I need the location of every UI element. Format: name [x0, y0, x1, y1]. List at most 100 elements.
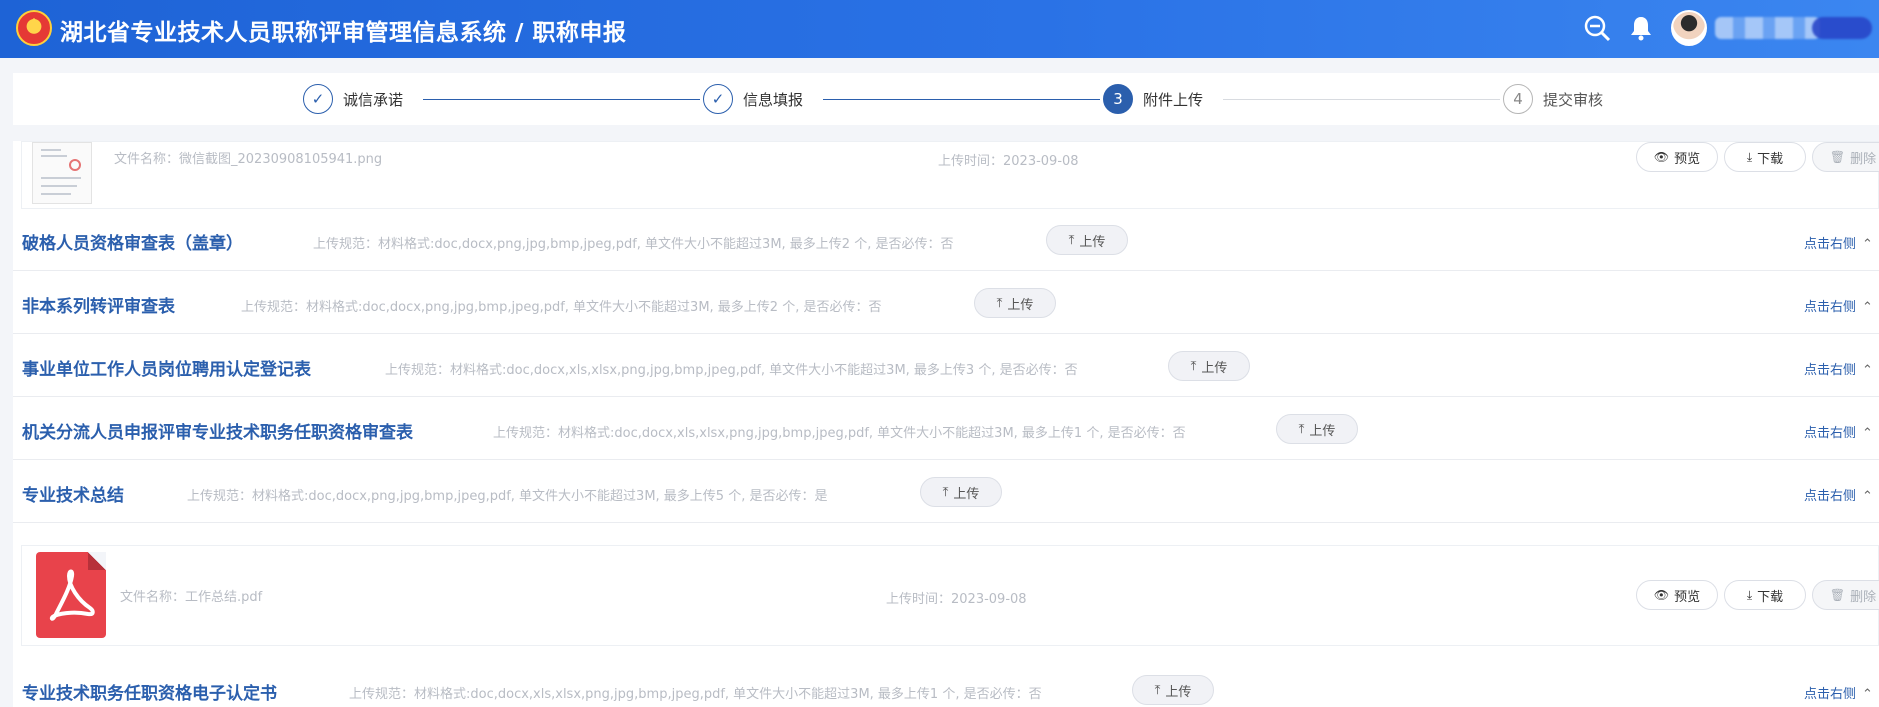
section-toggle[interactable]: 点击右侧 ⌃: [1804, 485, 1873, 504]
step-label: 提交审核: [1543, 90, 1604, 109]
upload-icon: ⤒: [1068, 232, 1075, 248]
upload-button[interactable]: ⤒ 上传: [974, 288, 1056, 318]
section-title: 专业技术职务任职资格电子认定书: [22, 684, 277, 704]
user-menu-blurred[interactable]: [1812, 17, 1872, 39]
step-label: 信息填报: [743, 90, 804, 109]
upload-icon: ⤒: [1154, 682, 1161, 698]
progress-steps: ✓ 诚信承诺 ✓ 信息填报 3 附件上传 4 提交审核: [13, 73, 1879, 125]
uploaded-file-card: 文件名称：微信截图_20230908105941.png 上传时间：2023-0…: [21, 141, 1879, 209]
upload-icon: ⤒: [1190, 358, 1197, 374]
step-label: 诚信承诺: [343, 90, 404, 109]
chevron-up-icon: ⌃: [1862, 237, 1873, 252]
step-connector: [423, 99, 700, 100]
uploaded-file-card: 文件名称：工作总结.pdf 上传时间：2023-09-08 👁 预览 ⤓ 下载 🗑 删…: [21, 545, 1879, 646]
upload-time: 上传时间：2023-09-08: [938, 154, 1079, 169]
upload-icon: ⤒: [942, 484, 949, 500]
toggle-label: 点击右侧: [1804, 489, 1857, 504]
user-name-blurred[interactable]: [1715, 17, 1820, 39]
upload-rule: 上传规范：材料格式:doc,docx,xls,xlsx,png,jpg,bmp,…: [385, 363, 1078, 378]
pdf-file-icon[interactable]: [36, 552, 106, 638]
toggle-label: 点击右侧: [1804, 426, 1857, 441]
step-number: 3: [1103, 84, 1133, 114]
chevron-up-icon: ⌃: [1862, 363, 1873, 378]
step-check-icon: ✓: [303, 84, 333, 114]
file-name: 文件名称：微信截图_20230908105941.png: [114, 152, 383, 167]
step-info-fill: ✓ 信息填报: [703, 83, 803, 115]
upload-button[interactable]: ⤒ 上传: [1168, 351, 1250, 381]
upload-rule: 上传规范：材料格式:doc,docx,png,jpg,bmp,jpeg,pdf,…: [241, 300, 882, 315]
upload-icon: ⤒: [1298, 421, 1305, 437]
page-title: 湖北省专业技术人员职称评审管理信息系统 / 职称申报: [60, 20, 627, 46]
chevron-up-icon: ⌃: [1862, 687, 1873, 702]
section-title: 破格人员资格审查表（盖章）: [22, 234, 243, 254]
upload-rule: 上传规范：材料格式:doc,docx,png,jpg,bmp,jpeg,pdf,…: [187, 489, 828, 504]
attachment-section: 非本系列转评审查表 上传规范：材料格式:doc,docx,png,jpg,bmp…: [13, 272, 1879, 334]
national-emblem-logo: [16, 10, 52, 46]
download-button[interactable]: ⤓ 下载: [1724, 142, 1806, 172]
section-toggle[interactable]: 点击右侧 ⌃: [1804, 683, 1873, 702]
preview-button[interactable]: 👁 预览: [1636, 142, 1718, 172]
upload-button[interactable]: ⤒ 上传: [1276, 414, 1358, 444]
section-toggle[interactable]: 点击右侧 ⌃: [1804, 359, 1873, 378]
chevron-up-icon: ⌃: [1862, 426, 1873, 441]
button-label: 删除: [1850, 589, 1877, 605]
upload-rule: 上传规范：材料格式:doc,docx,xls,xlsx,png,jpg,bmp,…: [493, 426, 1186, 441]
step-number: 4: [1503, 84, 1533, 114]
step-connector: [1223, 99, 1500, 100]
button-label: 下载: [1757, 151, 1784, 167]
image-thumbnail[interactable]: [32, 142, 92, 204]
download-button[interactable]: ⤓ 下载: [1724, 580, 1806, 610]
button-label: 下载: [1757, 589, 1784, 605]
attachment-section: 机关分流人员申报评审专业技术职务任职资格审查表 上传规范：材料格式:doc,do…: [13, 398, 1879, 460]
attachment-section: 破格人员资格审查表（盖章） 上传规范：材料格式:doc,docx,png,jpg…: [13, 209, 1879, 271]
step-label: 附件上传: [1143, 90, 1204, 109]
attachment-section: 事业单位工作人员岗位聘用认定登记表 上传规范：材料格式:doc,docx,xls…: [13, 335, 1879, 397]
upload-icon: ⤒: [996, 295, 1003, 311]
toggle-label: 点击右侧: [1804, 237, 1857, 252]
upload-time: 上传时间：2023-09-08: [886, 592, 1027, 607]
eye-icon: 👁: [1653, 588, 1670, 602]
upload-button[interactable]: ⤒ 上传: [920, 477, 1002, 507]
button-label: 预览: [1674, 151, 1701, 167]
bell-icon[interactable]: [1627, 14, 1655, 42]
preview-button[interactable]: 👁 预览: [1636, 580, 1718, 610]
button-label: 上传: [1079, 234, 1106, 250]
eye-icon: 👁: [1653, 150, 1670, 164]
section-title: 事业单位工作人员岗位聘用认定登记表: [22, 360, 311, 380]
toggle-label: 点击右侧: [1804, 300, 1857, 315]
section-toggle[interactable]: 点击右侧 ⌃: [1804, 233, 1873, 252]
upload-rule: 上传规范：材料格式:doc,docx,png,jpg,bmp,jpeg,pdf,…: [313, 237, 954, 252]
download-icon: ⤓: [1746, 587, 1753, 602]
trash-icon: 🗑: [1829, 588, 1846, 602]
button-label: 删除: [1850, 151, 1877, 167]
attachment-list: 文件名称：微信截图_20230908105941.png 上传时间：2023-0…: [13, 141, 1879, 707]
step-attachment-upload: 3 附件上传: [1103, 83, 1203, 115]
button-label: 上传: [953, 486, 980, 502]
section-toggle[interactable]: 点击右侧 ⌃: [1804, 422, 1873, 441]
toggle-label: 点击右侧: [1804, 687, 1857, 702]
button-label: 上传: [1309, 423, 1336, 439]
button-label: 预览: [1674, 589, 1701, 605]
step-integrity-promise: ✓ 诚信承诺: [303, 83, 403, 115]
button-label: 上传: [1165, 684, 1192, 700]
step-connector: [823, 99, 1100, 100]
chevron-up-icon: ⌃: [1862, 300, 1873, 315]
attachment-section: 专业技术职务任职资格电子认定书 上传规范：材料格式:doc,docx,xls,x…: [13, 659, 1879, 707]
delete-button[interactable]: 🗑 删除: [1812, 142, 1879, 172]
upload-rule: 上传规范：材料格式:doc,docx,xls,xlsx,png,jpg,bmp,…: [349, 687, 1042, 702]
section-title: 专业技术总结: [22, 486, 124, 506]
section-title: 非本系列转评审查表: [22, 297, 175, 317]
chevron-up-icon: ⌃: [1862, 489, 1873, 504]
toggle-label: 点击右侧: [1804, 363, 1857, 378]
upload-button[interactable]: ⤒ 上传: [1046, 225, 1128, 255]
delete-button[interactable]: 🗑 删除: [1812, 580, 1879, 610]
attachment-section: 专业技术总结 上传规范：材料格式:doc,docx,png,jpg,bmp,jp…: [13, 461, 1879, 523]
trash-icon: 🗑: [1829, 150, 1846, 164]
upload-button[interactable]: ⤒ 上传: [1132, 675, 1214, 705]
section-toggle[interactable]: 点击右侧 ⌃: [1804, 296, 1873, 315]
button-label: 上传: [1007, 297, 1034, 313]
step-check-icon: ✓: [703, 84, 733, 114]
user-avatar[interactable]: [1671, 10, 1707, 46]
file-name: 文件名称：工作总结.pdf: [120, 590, 263, 605]
zoom-out-icon[interactable]: [1583, 14, 1611, 42]
